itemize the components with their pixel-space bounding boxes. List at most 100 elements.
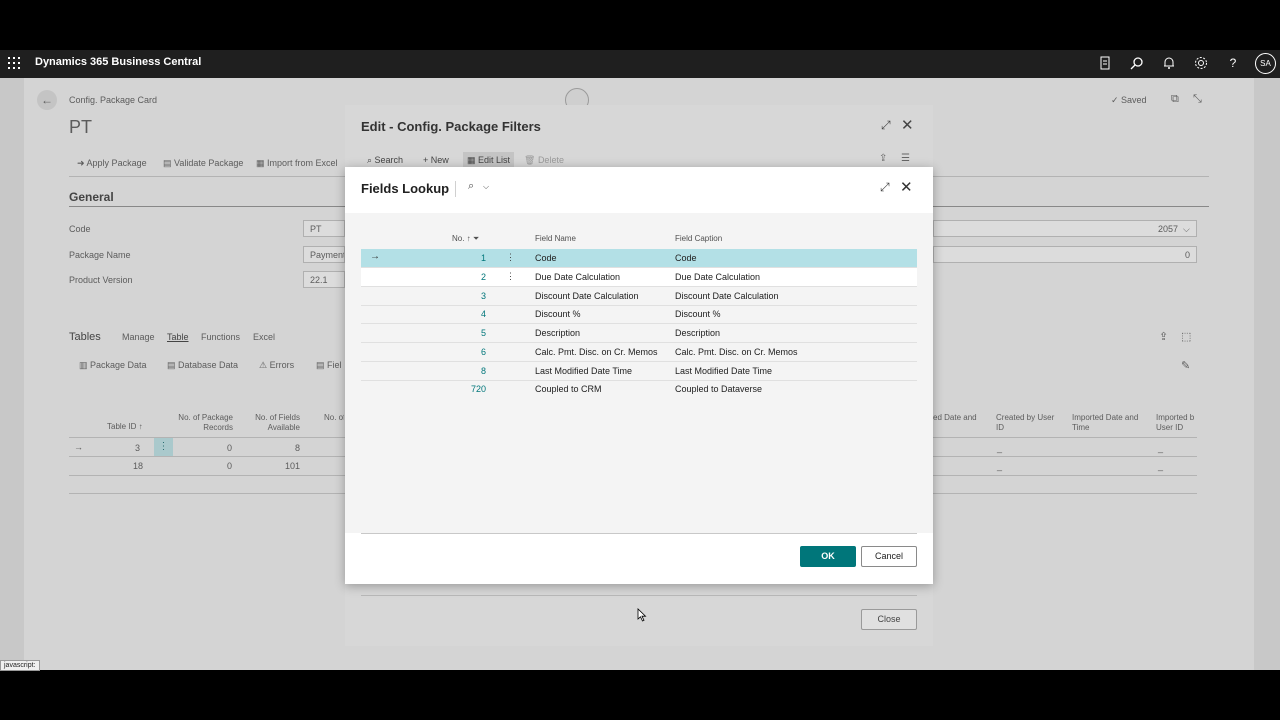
row-no[interactable]: 720 [456, 384, 486, 394]
row-field-name: Coupled to CRM [535, 384, 602, 394]
bell-icon[interactable] [1161, 55, 1177, 71]
table-row[interactable]: 3 Discount Date Calculation Discount Dat… [361, 287, 917, 306]
row-field-name: Discount Date Calculation [535, 291, 639, 301]
footer-divider [361, 533, 917, 534]
table-row-id[interactable]: 18 [133, 461, 143, 471]
validate-package-action[interactable]: ▤ Validate Package [163, 158, 243, 169]
col-header-field-caption[interactable]: Field Caption [675, 234, 722, 243]
row-field-caption: Coupled to Dataverse [675, 384, 763, 394]
created-by-value: _ [997, 443, 1003, 453]
close-icon[interactable]: ✕ [900, 178, 913, 196]
filters-search-action[interactable]: ⌕ Search [367, 155, 403, 166]
col-header-table-id[interactable]: Table ID ↑ [107, 422, 143, 431]
row-no[interactable]: 1 [456, 253, 486, 263]
search-icon[interactable] [1129, 55, 1145, 71]
database-data-action[interactable]: ▤ Database Data [167, 360, 238, 371]
row-no[interactable]: 6 [456, 347, 486, 357]
filters-delete-action[interactable]: 🗑 Delete [524, 155, 564, 166]
avatar[interactable]: SA [1255, 53, 1276, 74]
filters-close-button[interactable]: Close [861, 609, 917, 630]
validate-package-label: Validate Package [174, 158, 244, 168]
tab-functions[interactable]: Functions [201, 332, 240, 342]
lookup-search-icon[interactable]: ⌕ [468, 180, 474, 193]
fields-action[interactable]: ▤ Fiel [316, 360, 342, 371]
col-header-right-0[interactable]: ed Date and [933, 413, 977, 422]
row-no[interactable]: 2 [456, 272, 486, 282]
errors-action[interactable]: ⚠ Errors [259, 360, 294, 371]
row-menu-icon[interactable]: ⋮ [506, 271, 515, 282]
help-icon[interactable]: ? [1225, 55, 1241, 71]
row-no[interactable]: 3 [456, 291, 486, 301]
collapse-icon[interactable]: ⤡ [1193, 93, 1202, 106]
expand-icon[interactable]: ⤢ [880, 180, 890, 195]
filters-search-label: Search [374, 155, 404, 165]
language-id-field[interactable]: 2057 [933, 220, 1197, 237]
open-new-window-icon[interactable]: ⧉ [1171, 93, 1179, 106]
cancel-button[interactable]: Cancel [861, 546, 917, 567]
gear-icon[interactable] [1193, 55, 1209, 71]
row-field-caption: Last Modified Date Time [675, 366, 773, 376]
errors-label: Errors [269, 360, 295, 370]
created-by-value: _ [997, 461, 1003, 471]
col-header-imported-by[interactable]: Imported b User ID [1156, 413, 1200, 433]
row-field-caption: Discount Date Calculation [675, 291, 779, 301]
import-from-excel-action[interactable]: ▦ Import from Excel [256, 158, 338, 169]
filters-new-action[interactable]: + New [423, 155, 449, 165]
col-header-created-by[interactable]: Created by User ID [996, 413, 1060, 433]
expand-icon[interactable]: ⤢ [881, 118, 891, 133]
field-label-product-version: Product Version [69, 275, 133, 285]
close-icon[interactable]: ✕ [901, 116, 914, 134]
package-data-action[interactable]: ▥ Package Data [79, 360, 147, 371]
mouse-cursor-icon [637, 608, 647, 622]
chevron-down-icon[interactable]: ⌵ [483, 182, 489, 192]
table-row-id[interactable]: 3 [135, 443, 140, 453]
share-icon[interactable]: ⇪ [1159, 330, 1168, 343]
page-title: PT [69, 117, 93, 137]
filters-edit-list-label: Edit List [478, 155, 511, 165]
document-icon[interactable] [1097, 55, 1113, 71]
list-view-icon[interactable]: ☰ [901, 153, 910, 164]
table-row-fields[interactable]: 8 [295, 443, 300, 453]
field-code[interactable]: PT [303, 220, 345, 237]
col-header-truncated[interactable]: No. of In [324, 413, 344, 422]
table-row[interactable]: 5 Description Description [361, 324, 917, 343]
table-row[interactable]: 2 ⋮ Due Date Calculation Due Date Calcul… [361, 268, 917, 287]
col-header-no[interactable]: No. ↑ ⏷ [452, 234, 479, 244]
chevron-down-icon[interactable]: ⌵ [1183, 224, 1190, 235]
tab-table[interactable]: Table [167, 332, 189, 342]
table-row[interactable]: 6 Calc. Pmt. Disc. on Cr. Memos Calc. Pm… [361, 343, 917, 362]
database-data-label: Database Data [178, 360, 239, 370]
row-menu-icon[interactable]: ⋮ [154, 438, 173, 456]
row-no[interactable]: 4 [456, 309, 486, 319]
table-row[interactable]: 720 Coupled to CRM Coupled to Dataverse [361, 380, 917, 399]
tab-excel[interactable]: Excel [253, 332, 275, 342]
back-arrow-icon[interactable]: ← [37, 90, 57, 110]
col-header-package-records[interactable]: No. of Package Records [177, 413, 233, 433]
table-row[interactable]: 4 Discount % Discount % [361, 305, 917, 324]
expand-part-icon[interactable]: ⬚ [1181, 330, 1191, 343]
row-no[interactable]: 5 [456, 328, 486, 338]
share-icon[interactable]: ⇪ [879, 153, 887, 164]
apply-package-action[interactable]: ➜ Apply Package [77, 158, 147, 169]
table-row[interactable]: → 1 ⋮ Code Code [361, 249, 917, 268]
row-no[interactable]: 8 [456, 366, 486, 376]
general-header[interactable]: General [69, 190, 114, 204]
field-product-version[interactable]: 22.1 [303, 271, 345, 288]
right-numeric-field[interactable]: 0 [933, 246, 1197, 263]
field-package-name[interactable]: Payment [303, 246, 345, 263]
pin-icon[interactable]: ✎ [1181, 359, 1190, 372]
tab-manage[interactable]: Manage [122, 332, 155, 342]
row-field-name: Due Date Calculation [535, 272, 621, 282]
fields-label: Fiel [327, 360, 342, 370]
app-top-bar: Dynamics 365 Business Central ? SA [0, 50, 1280, 78]
table-row[interactable]: 8 Last Modified Date Time Last Modified … [361, 362, 917, 381]
table-row-records: 0 [227, 443, 233, 453]
col-header-fields-available[interactable]: No. of Fields Available [250, 413, 300, 433]
filter-icon: ⏷ [472, 234, 480, 243]
waffle-icon[interactable] [7, 56, 21, 70]
row-menu-icon[interactable]: ⋮ [506, 252, 515, 263]
table-row-fields[interactable]: 101 [285, 461, 300, 471]
col-header-field-name[interactable]: Field Name [535, 234, 576, 243]
col-header-imported-date[interactable]: Imported Date and Time [1072, 413, 1146, 433]
ok-button[interactable]: OK [800, 546, 856, 567]
